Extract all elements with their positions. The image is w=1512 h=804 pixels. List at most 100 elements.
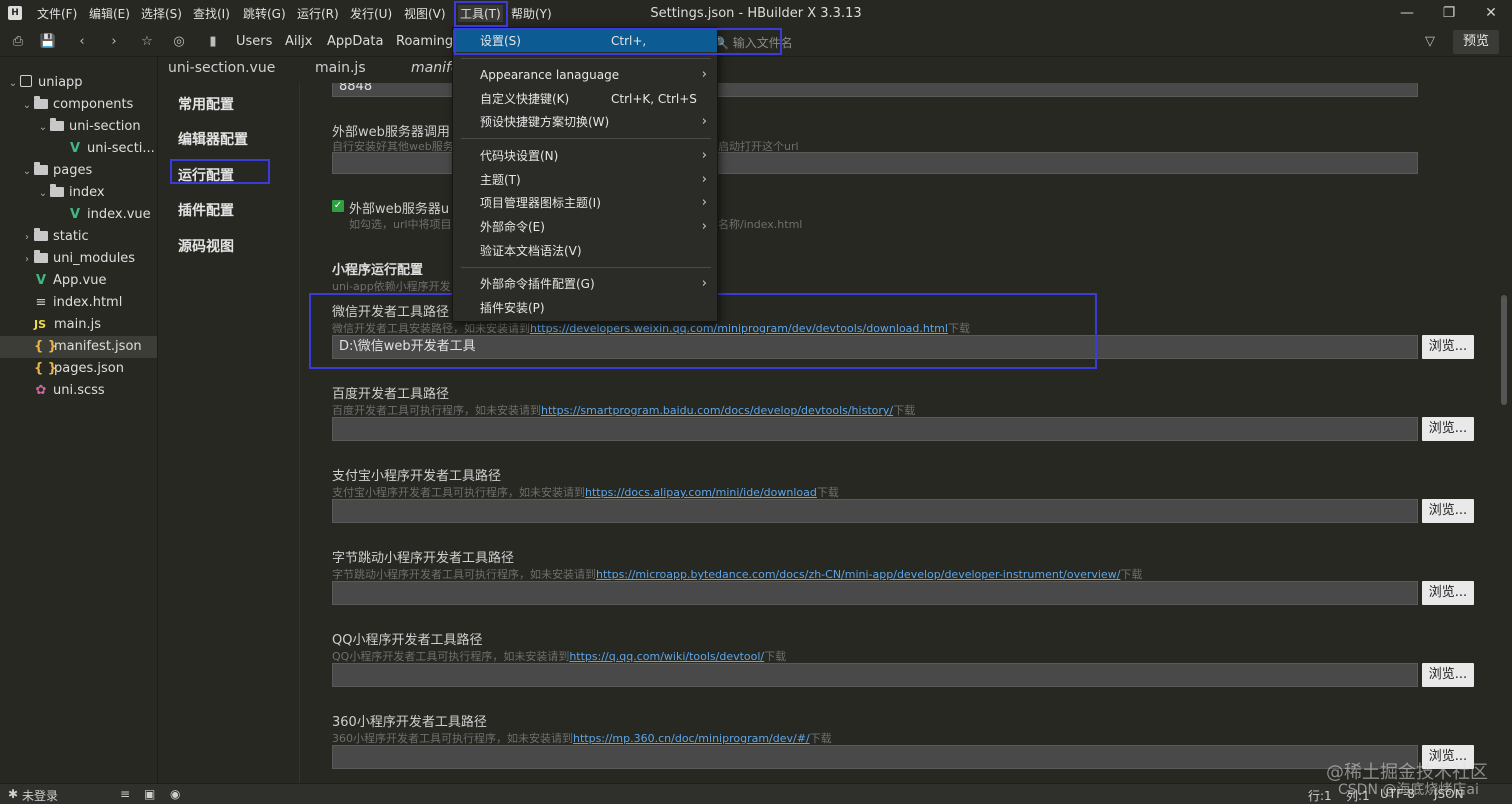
menu-item-validate-syntax[interactable]: 验证本文档语法(V)	[453, 240, 717, 262]
tree-label: index	[69, 185, 105, 200]
tab-main-js[interactable]: main.js	[315, 60, 366, 76]
baidu-path-field[interactable]	[332, 417, 1418, 441]
weixin-browse-button[interactable]: 浏览...	[1422, 335, 1474, 359]
alipay-browse-button[interactable]: 浏览...	[1422, 499, 1474, 523]
qq-browse-button[interactable]: 浏览...	[1422, 663, 1474, 687]
hbuilder-logo-icon: H	[8, 6, 22, 20]
breadcrumb-roaming[interactable]: Roaming	[396, 34, 453, 49]
ext-web-check-hint: 如勾选，url中将项目	[349, 218, 452, 231]
menu-item-label: 代码块设置(N)	[480, 149, 559, 163]
baidu-browse-button[interactable]: 浏览...	[1422, 417, 1474, 441]
login-status[interactable]: 未登录	[22, 787, 58, 804]
menu-item-snippets[interactable]: 代码块设置(N) ›	[453, 145, 717, 167]
menu-find[interactable]: 查找(I)	[193, 5, 230, 22]
scrollbar[interactable]	[1496, 57, 1512, 783]
360-path-field[interactable]	[332, 745, 1418, 769]
tree-item-main-js[interactable]: JS main.js	[34, 314, 101, 336]
title-bar: H 文件(F) 编辑(E) 选择(S) 查找(I) 跳转(G) 运行(R) 发行…	[0, 0, 1512, 27]
baidu-download-link[interactable]: https://smartprogram.baidu.com/docs/deve…	[541, 404, 893, 417]
menu-publish[interactable]: 发行(U)	[350, 5, 392, 22]
bytedance-browse-button[interactable]: 浏览...	[1422, 581, 1474, 605]
annotation-box-settings	[454, 28, 782, 55]
folder-icon	[50, 184, 64, 197]
tree-label: uni_modules	[53, 251, 136, 266]
forward-icon[interactable]: ›	[104, 32, 124, 52]
tree-item-pages-json[interactable]: { }pages.json	[34, 358, 124, 380]
baidu-tool-hint: 百度开发者工具可执行程序，如未安装请到https://smartprogram.…	[332, 402, 915, 418]
hint-text: 百度开发者工具可执行程序，如未安装请到	[332, 404, 541, 417]
menu-item-ext-command-plugin[interactable]: 外部命令插件配置(G) ›	[453, 273, 717, 295]
run-icon[interactable]: ◎	[169, 32, 189, 52]
nav-plugin[interactable]: 插件配置	[178, 200, 234, 220]
terminal-icon[interactable]: ▣	[144, 787, 155, 801]
baidu-tool-label: 百度开发者工具路径	[332, 387, 450, 402]
menu-item-icon-theme[interactable]: 项目管理器图标主题(I) ›	[453, 192, 717, 214]
breadcrumb-appdata[interactable]: AppData	[327, 34, 383, 49]
tree-item-app-vue[interactable]: V App.vue	[34, 270, 107, 292]
folder-icon	[50, 118, 64, 131]
tree-item-uni-modules[interactable]: › uni_modules	[20, 248, 135, 270]
menu-item-external-commands[interactable]: 外部命令(E) ›	[453, 216, 717, 238]
bytedance-path-field[interactable]	[332, 581, 1418, 605]
close-icon[interactable]: ✕	[1476, 3, 1506, 23]
back-icon[interactable]: ‹	[72, 32, 92, 52]
menu-file[interactable]: 文件(F)	[37, 5, 77, 22]
new-file-icon[interactable]: ⎙	[8, 32, 28, 52]
tree-item-index-vue[interactable]: Vindex.vue	[68, 204, 151, 226]
qq-download-link[interactable]: https://q.qq.com/wiki/tools/devtool/	[569, 650, 764, 663]
tree-item-uniapp[interactable]: ⌄ uniapp	[6, 72, 83, 94]
menu-goto[interactable]: 跳转(G)	[243, 5, 286, 22]
menu-item-label: 插件安装(P)	[480, 301, 545, 315]
tree-item-components[interactable]: ⌄ components	[20, 94, 133, 116]
menu-item-custom-shortcuts[interactable]: 自定义快捷键(K) Ctrl+K, Ctrl+S	[453, 88, 717, 110]
chevron-right-icon: ›	[701, 219, 707, 234]
globe-icon[interactable]: ◉	[170, 787, 180, 801]
alipay-download-link[interactable]: https://docs.alipay.com/mini/ide/downloa…	[585, 486, 817, 499]
menu-help[interactable]: 帮助(Y)	[511, 5, 552, 22]
menu-item-plugin-install[interactable]: 插件安装(P)	[453, 297, 717, 319]
list-icon[interactable]: ≡	[120, 787, 130, 801]
tree-item-index-html[interactable]: ≡ index.html	[34, 292, 123, 314]
save-icon[interactable]: 💾	[38, 32, 58, 52]
preview-button[interactable]: 预览	[1453, 30, 1499, 54]
tree-item-uni-section[interactable]: ⌄ uni-section	[36, 116, 141, 138]
minimize-icon[interactable]: —	[1392, 3, 1422, 23]
nav-editor[interactable]: 编辑器配置	[178, 129, 248, 149]
project-icon	[20, 75, 32, 87]
menu-item-shortcut-scheme[interactable]: 预设快捷键方案切换(W) ›	[453, 111, 717, 133]
restore-icon[interactable]: ❐	[1434, 3, 1464, 23]
nav-general[interactable]: 常用配置	[178, 94, 234, 114]
tab-uni-section-vue[interactable]: uni-section.vue	[168, 60, 275, 76]
tree-label: manifest.json	[54, 339, 142, 354]
scroll-thumb[interactable]	[1501, 295, 1507, 405]
breadcrumb-users[interactable]: Users	[236, 34, 272, 49]
bytedance-download-link[interactable]: https://microapp.bytedance.com/docs/zh-C…	[596, 568, 1120, 581]
360-download-link[interactable]: https://mp.360.cn/doc/miniprogram/dev/#/	[573, 732, 810, 745]
filter-icon[interactable]: ▽	[1420, 32, 1440, 52]
chevron-down-icon: ⌄	[22, 100, 32, 111]
breadcrumb-ailjx[interactable]: Ailjx	[285, 34, 312, 49]
ext-web-checkbox[interactable]: ✓	[332, 200, 344, 212]
bytedance-tool-hint: 字节跳动小程序开发者工具可执行程序，如未安装请到https://microapp…	[332, 566, 1142, 582]
menu-view[interactable]: 视图(V)	[404, 5, 446, 22]
menu-item-theme[interactable]: 主题(T) ›	[453, 169, 717, 191]
menu-select[interactable]: 选择(S)	[141, 5, 182, 22]
menu-item-label: 外部命令插件配置(G)	[480, 277, 595, 291]
tree-item-static[interactable]: › static	[20, 226, 89, 248]
tree-item-manifest-json[interactable]: { }manifest.json	[0, 336, 157, 358]
tree-item-index[interactable]: ⌄ index	[36, 182, 105, 204]
watermark-line2: CSDN @海底烧烤店ai	[1338, 782, 1479, 798]
tree-item-pages[interactable]: ⌄ pages	[20, 160, 92, 182]
chevron-right-icon: ›	[25, 232, 29, 243]
alipay-path-field[interactable]	[332, 499, 1418, 523]
menu-item-appearance-language[interactable]: Appearance lanaguage ›	[453, 64, 717, 86]
menu-run[interactable]: 运行(R)	[297, 5, 339, 22]
tree-item-uni-section-vue[interactable]: Vuni-secti...	[68, 138, 155, 160]
star-icon[interactable]: ☆	[137, 32, 157, 52]
qq-path-field[interactable]	[332, 663, 1418, 687]
tree-label: pages	[53, 163, 93, 178]
menu-edit[interactable]: 编辑(E)	[89, 5, 130, 22]
folder-icon	[34, 96, 48, 109]
nav-source-view[interactable]: 源码视图	[178, 236, 234, 256]
tree-item-uni-scss[interactable]: ✿ uni.scss	[34, 380, 105, 402]
